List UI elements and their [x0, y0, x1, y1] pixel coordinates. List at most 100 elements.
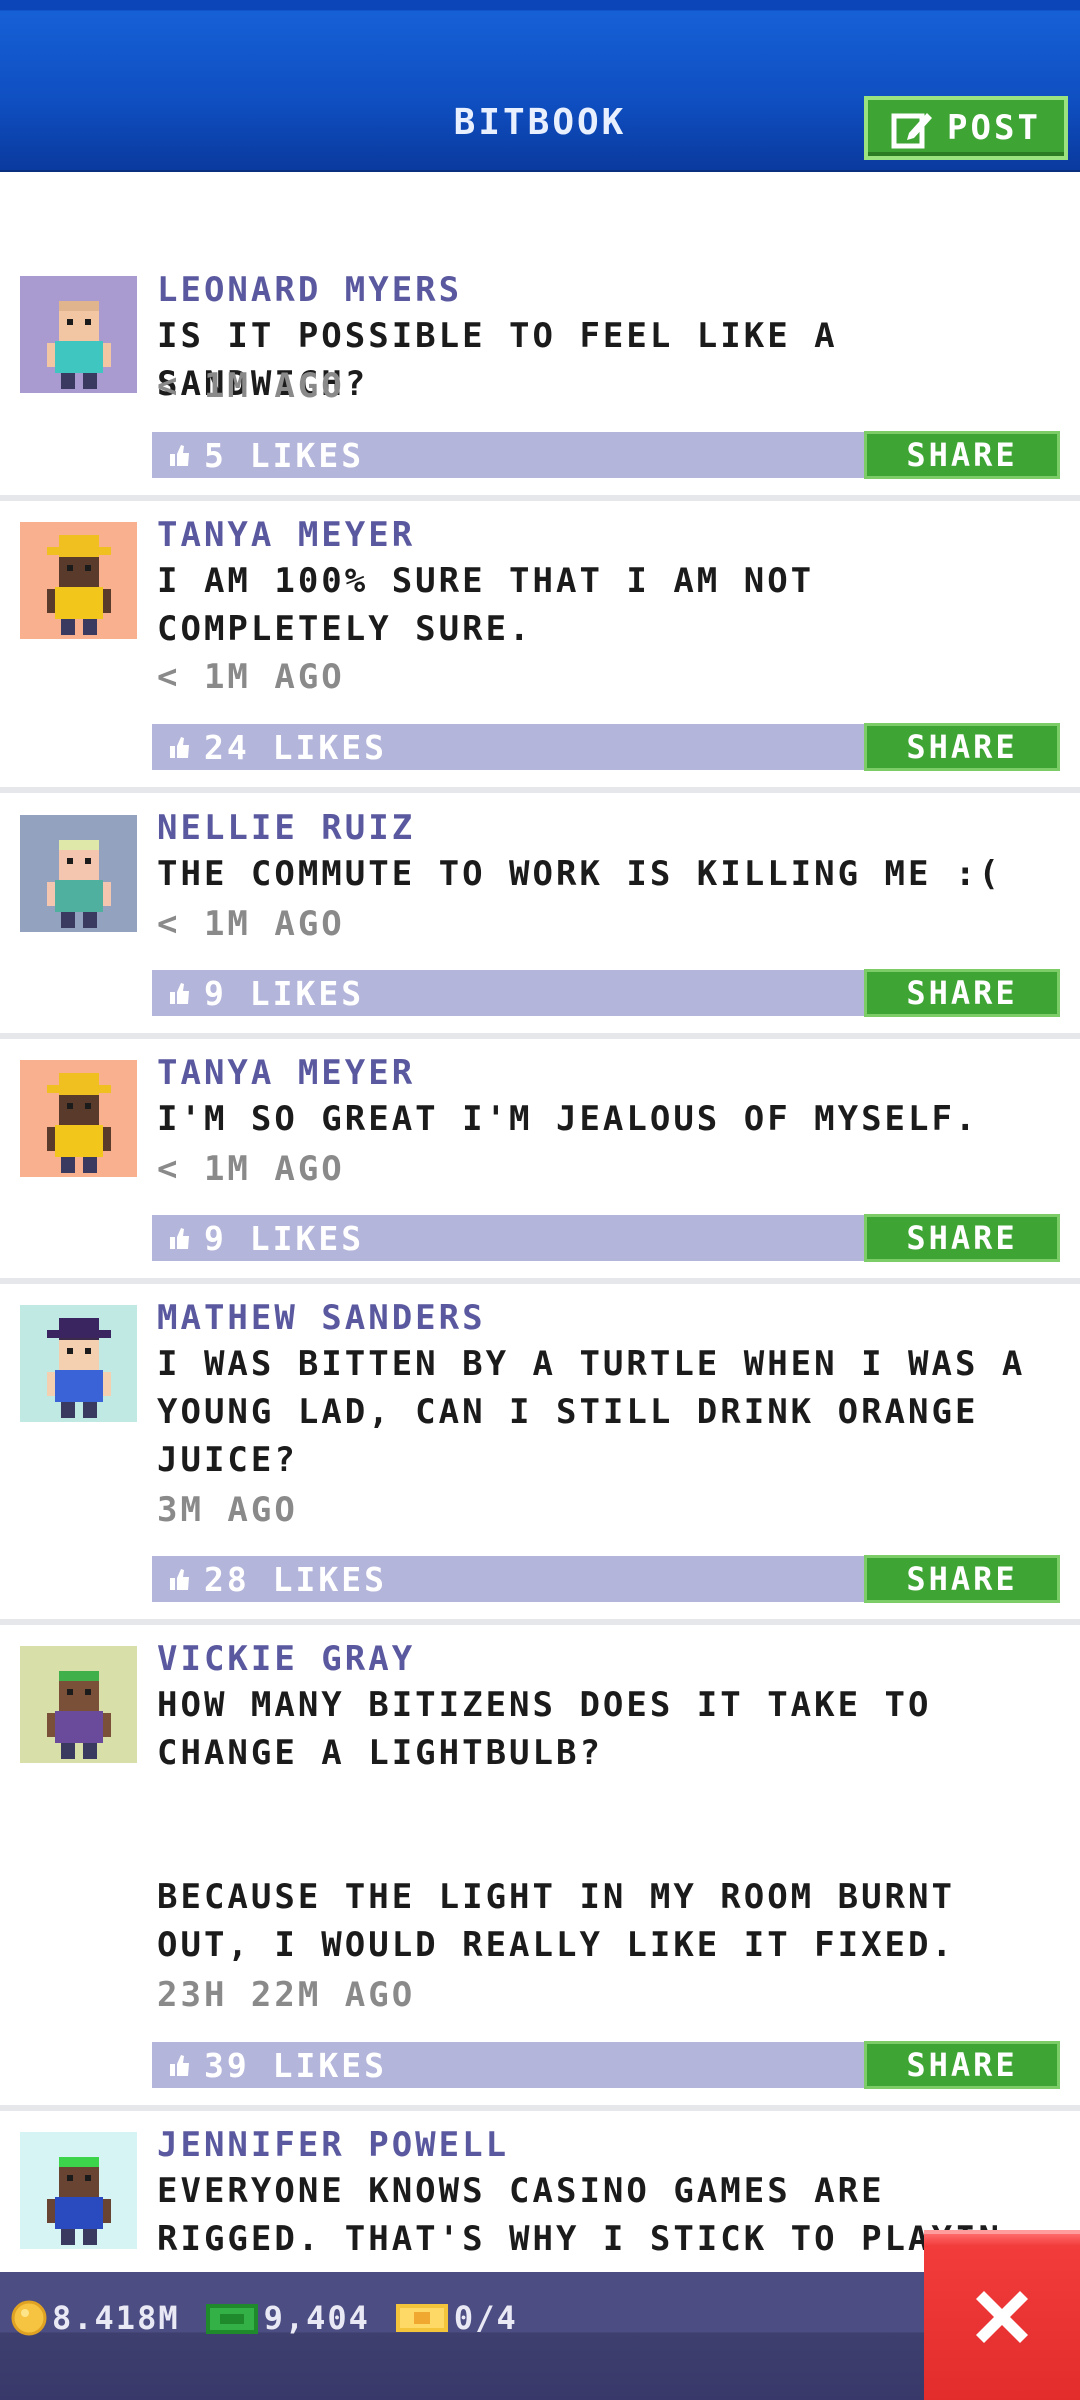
avatar-eye — [66, 1689, 73, 1695]
avatar-leg — [82, 1402, 97, 1418]
like-button[interactable]: 5 LIKES — [152, 432, 864, 478]
post-time: 23H 22M AGO — [157, 1975, 416, 2015]
avatar-arm — [46, 343, 55, 367]
avatar-eye — [84, 319, 91, 325]
bux-icon — [205, 2304, 258, 2334]
avatar-eye — [84, 1103, 91, 1109]
avatar-leg — [82, 619, 97, 635]
share-button[interactable]: SHARE — [864, 723, 1060, 771]
avatar-eye — [66, 565, 73, 571]
avatar — [20, 815, 137, 932]
avatar — [20, 1646, 137, 1763]
coins-value: 8.418M — [52, 2299, 180, 2337]
like-count: 24 LIKES — [204, 727, 387, 767]
avatar-arm — [102, 1372, 111, 1396]
share-button[interactable]: SHARE — [864, 431, 1060, 479]
post-author[interactable]: TANYA MEYER — [157, 1053, 415, 1093]
avatar-leg — [60, 1743, 75, 1759]
like-button[interactable]: 28 LIKES — [152, 1556, 864, 1602]
post-author[interactable]: TANYA MEYER — [157, 515, 415, 555]
avatar-leg — [82, 1743, 97, 1759]
feed-post: NELLIE RUIZ THE COMMUTE TO WORK IS KILLI… — [0, 794, 1080, 1040]
avatar-leg — [60, 2229, 75, 2245]
avatar-leg — [60, 373, 75, 389]
coin-icon — [11, 2300, 47, 2336]
avatar-hair — [58, 840, 99, 850]
close-button[interactable] — [924, 2230, 1080, 2400]
post-time: 3M AGO — [157, 1490, 298, 1530]
share-button[interactable]: SHARE — [864, 2041, 1060, 2089]
avatar-arm — [102, 1127, 111, 1151]
avatar-leg — [82, 1157, 97, 1173]
tickets-value: 0/4 — [453, 2299, 518, 2337]
post-message: HOW MANY BITIZENS DOES IT TAKE TO CHANGE… — [157, 1685, 955, 1965]
bux-value: 9,404 — [263, 2299, 370, 2337]
like-button[interactable]: 39 LIKES — [152, 2042, 864, 2088]
post-author[interactable]: VICKIE GRAY — [157, 1639, 415, 1679]
post-author[interactable]: NELLIE RUIZ — [157, 808, 415, 848]
post-message: I AM 100% SURE THAT I AM NOT COMPLETELY … — [157, 561, 838, 649]
share-button[interactable]: SHARE — [864, 969, 1060, 1017]
post-message: I'M SO GREAT I'M JEALOUS OF MYSELF. — [157, 1099, 979, 1139]
like-button[interactable]: 9 LIKES — [152, 1215, 864, 1261]
avatar — [20, 276, 137, 393]
avatar-figure — [46, 301, 111, 389]
avatar-eye — [84, 858, 91, 864]
avatar — [20, 1305, 137, 1422]
thumbs-up-icon — [170, 1228, 189, 1249]
avatar-eye — [66, 319, 73, 325]
avatar-hat-crown — [58, 1073, 99, 1087]
avatar-eye — [84, 1348, 91, 1354]
share-button[interactable]: SHARE — [864, 1555, 1060, 1603]
post-button-label: POST — [947, 108, 1041, 148]
close-icon — [976, 2291, 1028, 2343]
avatar-arm — [46, 1127, 55, 1151]
post-author[interactable]: JENNIFER POWELL — [157, 2125, 509, 2165]
feed-post: VICKIE GRAY HOW MANY BITIZENS DOES IT TA… — [0, 1625, 1080, 2111]
post-author[interactable]: MATHEW SANDERS — [157, 1298, 486, 1338]
avatar-eye — [66, 2175, 73, 2181]
post-time: < 1M AGO — [157, 657, 345, 697]
avatar-arm — [102, 2199, 111, 2223]
avatar-shirt — [54, 341, 103, 373]
thumbs-up-icon — [170, 2055, 189, 2076]
avatar-shirt — [54, 1125, 103, 1157]
thumbs-up-icon — [170, 445, 189, 466]
avatar-hat-crown — [58, 1318, 99, 1332]
like-button[interactable]: 24 LIKES — [152, 724, 864, 770]
tickets-stat: 0/4 — [394, 2299, 518, 2337]
post-button[interactable]: POST — [864, 96, 1068, 160]
avatar-arm — [46, 1372, 55, 1396]
post-time: < 1M AGO — [157, 904, 345, 944]
thumbs-up-icon — [170, 1569, 189, 1590]
app-header: BITBOOK POST — [0, 0, 1080, 172]
bitbook-feed[interactable]: LEONARD MYERS IS IT POSSIBLE TO FEEL LIK… — [0, 170, 1080, 2272]
post-time: < 1M AGO — [157, 366, 345, 406]
avatar-figure — [46, 1318, 111, 1418]
avatar-leg — [60, 1157, 75, 1173]
avatar-arm — [46, 882, 55, 906]
share-button[interactable]: SHARE — [864, 1214, 1060, 1262]
avatar-arm — [102, 882, 111, 906]
avatar-hat-crown — [58, 535, 99, 549]
like-count: 28 LIKES — [204, 1559, 387, 1599]
edit-icon — [891, 113, 933, 149]
avatar-figure — [46, 1671, 111, 1759]
post-author[interactable]: LEONARD MYERS — [157, 270, 462, 310]
avatar-arm — [46, 589, 55, 613]
currency-stats: 8.418M 9,404 0/4 — [10, 2298, 542, 2338]
like-count: 9 LIKES — [204, 973, 365, 1013]
thumbs-up-icon — [170, 983, 189, 1004]
avatar-leg — [82, 2229, 97, 2245]
avatar-leg — [60, 619, 75, 635]
ticket-icon — [395, 2304, 448, 2332]
like-button[interactable]: 9 LIKES — [152, 970, 864, 1016]
post-divider — [0, 787, 1080, 793]
post-message: THE COMMUTE TO WORK IS KILLING ME :( — [157, 854, 1002, 894]
avatar-arm — [102, 343, 111, 367]
avatar-figure — [46, 1073, 111, 1173]
like-count: 9 LIKES — [204, 1218, 365, 1258]
avatar-eye — [84, 2175, 91, 2181]
status-bar: 8.418M 9,404 0/4 — [0, 2272, 1080, 2400]
avatar-eye — [84, 1689, 91, 1695]
